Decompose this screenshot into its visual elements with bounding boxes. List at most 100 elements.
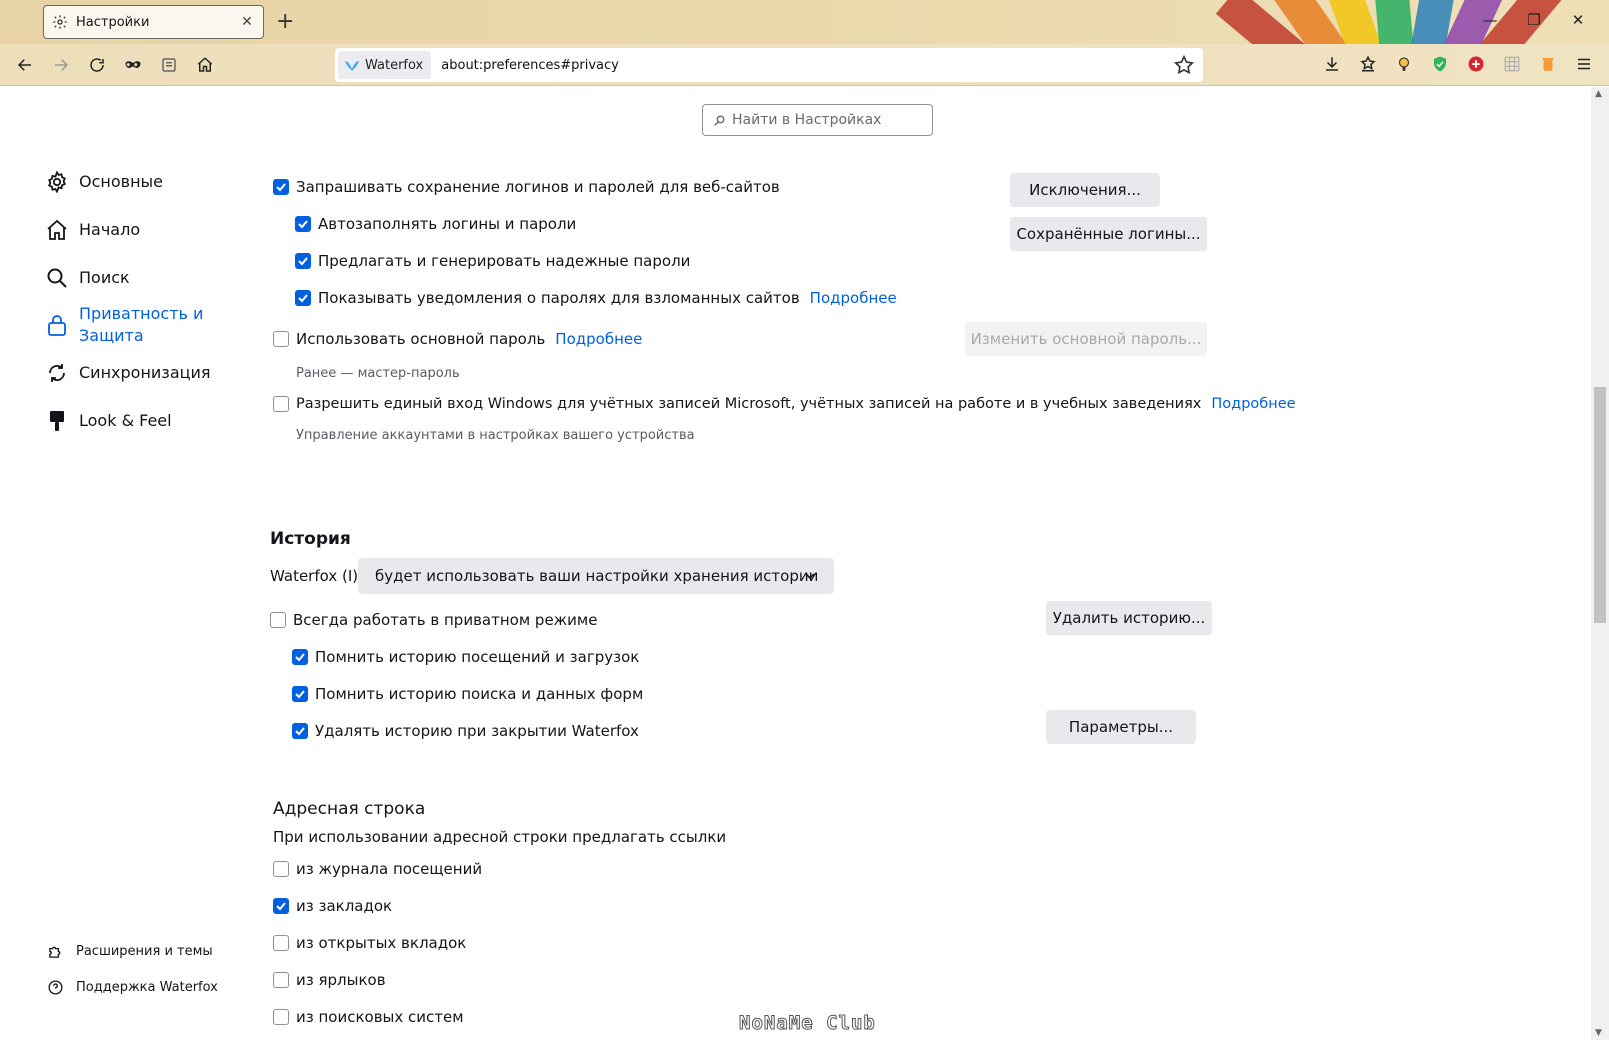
saved-logins-button[interactable]: Сохранённые логины... [1010, 217, 1207, 251]
checkbox-unchecked[interactable] [273, 861, 289, 877]
sidebar-item-label: Поиск [79, 268, 130, 287]
settings-search-input[interactable]: Найти в Настройках [702, 104, 933, 136]
checkbox-unchecked[interactable] [273, 331, 289, 347]
sidebar-footer-label: Поддержка Waterfox [76, 980, 218, 995]
windows-sso-checkbox[interactable]: Разрешить единый вход Windows для учётны… [273, 396, 1296, 412]
checkbox-unchecked[interactable] [270, 612, 286, 628]
breach-alerts-checkbox[interactable]: Показывать уведомления о паролях для взл… [295, 289, 897, 307]
search-placeholder: Найти в Настройках [732, 112, 882, 128]
learn-more-link[interactable]: Подробнее [1211, 396, 1295, 412]
checkbox-label: Показывать уведомления о паролях для взл… [318, 289, 800, 307]
learn-more-link[interactable]: Подробнее [810, 289, 897, 307]
suggest-engines-checkbox[interactable]: из поисковых систем [273, 1008, 464, 1026]
ask-save-logins-checkbox[interactable]: Запрашивать сохранение логинов и паролей… [273, 178, 780, 196]
primary-password-checkbox[interactable]: Использовать основной пароль Подробнее [273, 330, 642, 348]
checkbox-checked[interactable] [295, 216, 311, 232]
page-scrollbar[interactable]: ▲ ▼ [1591, 87, 1609, 1040]
reload-button[interactable] [85, 53, 109, 77]
trash-extension-button[interactable] [1538, 54, 1558, 74]
close-window-button[interactable]: ✕ [1568, 10, 1588, 30]
sidebar-item-sync[interactable]: Синхронизация [45, 361, 211, 385]
identity-box[interactable]: Waterfox [338, 51, 432, 79]
suggest-history-checkbox[interactable]: из журнала посещений [273, 860, 482, 878]
search-icon [714, 114, 725, 126]
checkbox-label: из ярлыков [296, 971, 386, 989]
url-text[interactable]: about:preferences#privacy [441, 58, 1173, 73]
extension-button[interactable] [1394, 54, 1414, 74]
history-select-prefix-label: Waterfox (I) [270, 567, 359, 585]
tab-settings[interactable]: Настройки ✕ [43, 5, 264, 39]
checkmark-icon [276, 183, 286, 192]
checkbox-checked[interactable] [273, 179, 289, 195]
suggest-passwords-checkbox[interactable]: Предлагать и генерировать надежные парол… [295, 252, 690, 270]
scroll-down-icon[interactable]: ▼ [1595, 1028, 1602, 1038]
help-icon [48, 980, 63, 995]
checkmark-icon [295, 727, 305, 736]
sidebar-item-label: Синхронизация [79, 363, 211, 382]
checkbox-label: Всегда работать в приватном режиме [293, 611, 598, 629]
tab-close-icon[interactable]: ✕ [239, 14, 255, 30]
history-heading: История [270, 529, 351, 549]
bookmarks-menu-button[interactable] [1358, 54, 1378, 74]
clear-history-button[interactable]: Удалить историю... [1046, 601, 1212, 635]
suggest-open-tabs-checkbox[interactable]: из открытых вкладок [273, 934, 466, 952]
new-tab-button[interactable]: + [276, 9, 294, 35]
sidebar-item-search[interactable]: Поиск [45, 266, 130, 290]
sidebar-item-privacy[interactable]: Приватность и Защита [45, 303, 203, 347]
sidebar-item-home[interactable]: Начало [45, 218, 140, 242]
history-mode-select[interactable]: будет использовать ваши настройки хранен… [358, 558, 834, 594]
private-mode-checkbox[interactable]: Всегда работать в приватном режиме [270, 611, 597, 629]
address-bar-subtitle-text: При использовании адресной строки предла… [273, 828, 727, 846]
checkbox-checked[interactable] [295, 253, 311, 269]
change-primary-password-button[interactable]: Изменить основной пароль... [965, 322, 1207, 356]
scroll-up-icon[interactable]: ▲ [1595, 89, 1602, 99]
back-button[interactable] [13, 53, 37, 77]
sidebar-extensions-link[interactable]: Расширения и темы [47, 943, 213, 960]
downloads-button[interactable] [1322, 54, 1342, 74]
suggest-bookmarks-checkbox[interactable]: из закладок [273, 897, 392, 915]
checkbox-checked[interactable] [273, 898, 289, 914]
history-mode-value: будет использовать ваши настройки хранен… [375, 567, 819, 585]
sidebar-item-label: Основные [79, 172, 164, 191]
home-button[interactable] [193, 53, 217, 77]
scrollbar-thumb[interactable] [1594, 387, 1606, 623]
checkbox-unchecked[interactable] [273, 935, 289, 951]
checkbox-label: Использовать основной пароль [296, 330, 546, 348]
history-settings-button[interactable]: Параметры... [1046, 710, 1196, 744]
checkbox-checked[interactable] [292, 723, 308, 739]
reload-icon [90, 58, 104, 72]
private-mask-button[interactable] [121, 53, 145, 77]
mask-icon [125, 61, 141, 68]
maximize-button[interactable]: ❐ [1524, 10, 1544, 30]
suggest-shortcuts-checkbox[interactable]: из ярлыков [273, 971, 386, 989]
sidebar-support-link[interactable]: Поддержка Waterfox [47, 979, 218, 996]
learn-more-link[interactable]: Подробнее [555, 330, 642, 348]
url-bar[interactable]: Waterfox about:preferences#privacy [335, 48, 1203, 82]
shield-extension-button[interactable] [1430, 54, 1450, 74]
forward-button[interactable] [49, 53, 73, 77]
sidebar-item-general[interactable]: Основные [45, 170, 163, 194]
clear-on-close-checkbox[interactable]: Удалять историю при закрытии Waterfox [292, 722, 639, 740]
remember-search-checkbox[interactable]: Помнить историю поиска и данных форм [292, 685, 643, 703]
checkbox-checked[interactable] [295, 290, 311, 306]
minimize-button[interactable]: — [1480, 10, 1500, 30]
sidebar-item-look-feel[interactable]: Look & Feel [45, 409, 172, 433]
logins-exceptions-button[interactable]: Исключения... [1010, 173, 1160, 207]
grid-extension-button[interactable] [1502, 54, 1522, 74]
checkbox-checked[interactable] [292, 686, 308, 702]
app-menu-button[interactable] [1574, 54, 1594, 74]
bookmark-star-icon[interactable] [1173, 54, 1195, 76]
sidebar-footer-label: Расширения и темы [76, 944, 213, 959]
checkbox-unchecked[interactable] [273, 396, 289, 412]
bookmarks-icon [1360, 55, 1376, 72]
trash-extension-icon [1542, 58, 1554, 71]
brush-icon [50, 411, 64, 431]
checkbox-checked[interactable] [292, 649, 308, 665]
remember-visits-checkbox[interactable]: Помнить историю посещений и загрузок [292, 648, 639, 666]
checkbox-unchecked[interactable] [273, 972, 289, 988]
adblock-extension-button[interactable] [1466, 54, 1486, 74]
autofill-logins-checkbox[interactable]: Автозаполнять логины и пароли [295, 215, 576, 233]
checkbox-unchecked[interactable] [273, 1009, 289, 1025]
reader-button[interactable] [157, 53, 181, 77]
checkmark-icon [295, 690, 305, 699]
